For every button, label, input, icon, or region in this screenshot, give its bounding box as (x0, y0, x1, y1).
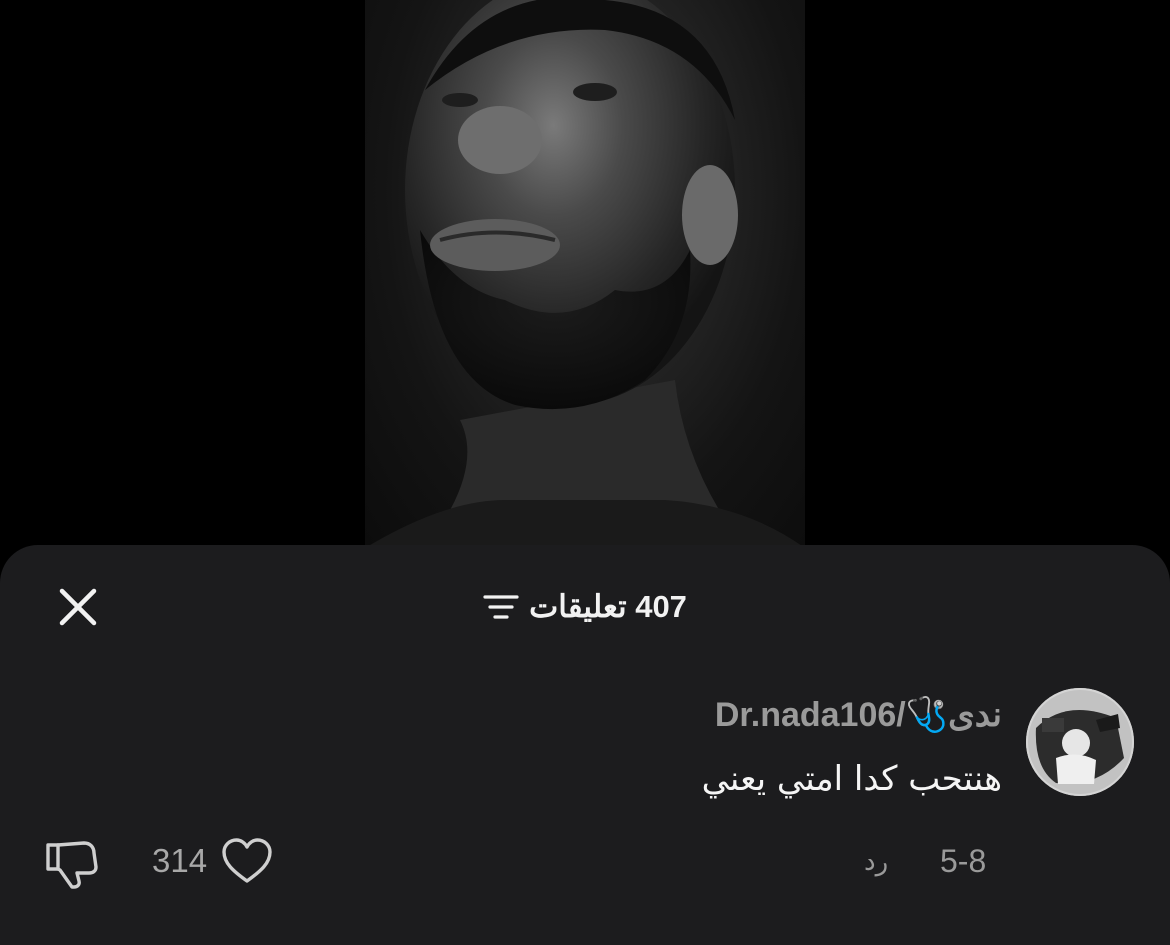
comment-text: هنتحب كدا امتي يعني (701, 759, 1002, 799)
like-count: 314 (152, 842, 208, 879)
comment-username[interactable]: ندى🩺/Dr.nada106 (715, 695, 1002, 735)
filter-icon[interactable] (483, 592, 519, 622)
comments-sheet: 407 تعليقات ندى🩺/Dr.nada106 هنتحب كدا ام… (0, 545, 1170, 945)
reply-button[interactable]: رد (864, 847, 888, 877)
heart-icon[interactable] (221, 837, 273, 885)
video-area[interactable] (0, 0, 1170, 560)
like-button[interactable]: 314 (152, 837, 273, 885)
video-frame[interactable] (365, 0, 805, 548)
dislike-icon[interactable] (44, 837, 100, 889)
comment-count: 407 (635, 589, 687, 624)
comments-label: تعليقات (529, 589, 627, 624)
comments-title: 407 تعليقات (529, 589, 687, 625)
comments-header: 407 تعليقات (0, 585, 1170, 629)
avatar[interactable] (1026, 688, 1134, 796)
comment-date: 5-8 (940, 843, 987, 879)
avatar-image (1026, 688, 1134, 796)
video-person-silhouette (365, 0, 805, 548)
